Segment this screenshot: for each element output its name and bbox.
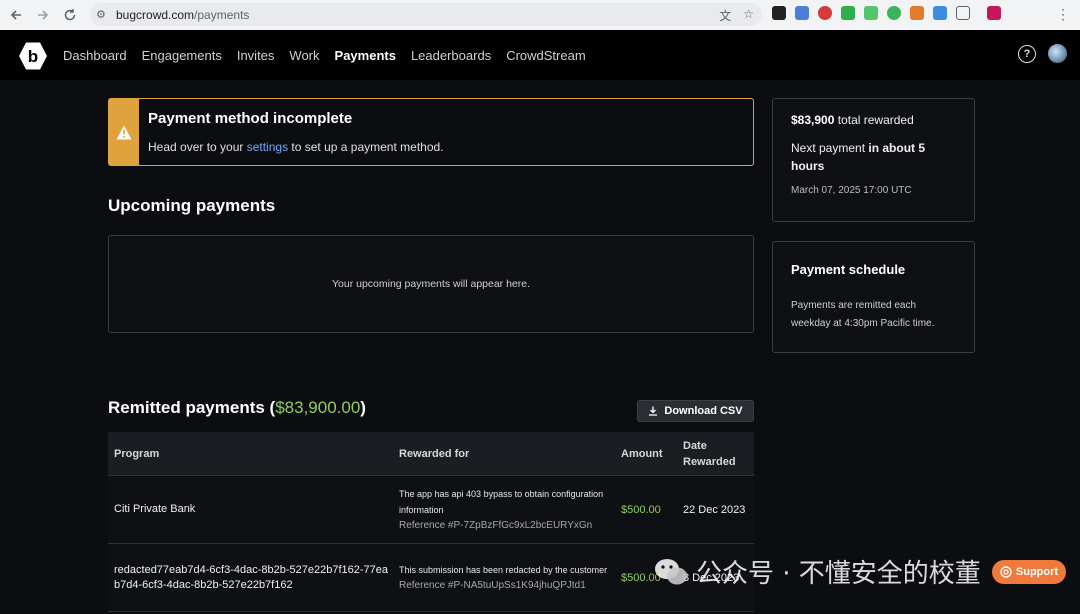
amount-cell: $500.00 [621, 571, 661, 584]
remitted-total: $83,900.00 [275, 398, 361, 417]
app-header: b Dashboard Engagements Invites Work Pay… [0, 30, 1080, 80]
extension-icon[interactable] [933, 6, 947, 20]
date-cell: 22 Dec 2023 [683, 503, 746, 516]
rewards-summary-card: $83,900 total rewarded Next payment in a… [772, 98, 975, 222]
payment-reference: Reference #P-7ZpBzFfGc9xL2bcEURYxGn [399, 520, 593, 531]
support-label: Support [1015, 566, 1059, 578]
alert-message: Head over to your settings to set up a p… [148, 140, 444, 154]
submission-title[interactable]: The app has api 403 bypass to obtain con… [399, 486, 615, 518]
next-payment: Next payment in about 5 hours [791, 141, 926, 173]
column-header-date: Date Rewarded [683, 439, 736, 468]
avatar[interactable] [1048, 44, 1067, 63]
extension-icon[interactable] [795, 6, 809, 20]
table-row[interactable]: Citi Private Bank The app has api 403 by… [108, 476, 754, 544]
download-csv-button[interactable]: Download CSV [637, 400, 754, 422]
extension-icon[interactable] [887, 6, 901, 20]
help-icon[interactable]: ? [1018, 45, 1036, 63]
payment-schedule-text: Payments are remitted each weekday at 4:… [791, 300, 935, 329]
warning-icon [116, 125, 132, 139]
column-header-program: Program [114, 447, 160, 460]
total-rewarded: $83,900 total rewarded [791, 113, 914, 127]
upcoming-payments-heading: Upcoming payments [108, 196, 276, 215]
bookmark-star-icon[interactable]: ☆ [743, 7, 754, 24]
extension-icon[interactable] [818, 6, 832, 20]
url-text: bugcrowd.com/payments [116, 7, 250, 22]
payment-schedule-title: Payment schedule [791, 262, 906, 277]
remitted-payments-heading: Remitted payments ($83,900.00) [108, 398, 366, 417]
bugcrowd-logo[interactable]: b [18, 41, 48, 71]
program-cell: redacted77eab7d4-6cf3-4dac-8b2b-527e22b7… [114, 563, 389, 591]
nav-leaderboards[interactable]: Leaderboards [411, 48, 491, 63]
column-header-rewarded-for: Rewarded for [399, 447, 470, 460]
extension-icon[interactable] [864, 6, 878, 20]
submission-title[interactable]: This submission has been redacted by the… [399, 562, 615, 578]
main-nav: Dashboard Engagements Invites Work Payme… [63, 30, 586, 80]
support-button[interactable]: Support [992, 560, 1066, 584]
kebab-menu-icon[interactable]: ⋮ [1056, 6, 1070, 23]
translate-icon[interactable]: 文 [719, 7, 731, 24]
nav-work[interactable]: Work [289, 48, 319, 63]
table-row[interactable]: redacted77eab7d4-6cf3-4dac-8b2b-527e22b7… [108, 544, 754, 612]
upcoming-payments-empty-state: Your upcoming payments will appear here. [108, 235, 754, 333]
next-payment-date: March 07, 2025 17:00 UTC [791, 185, 912, 196]
address-bar[interactable]: ⚙ bugcrowd.com/payments 文 ☆ [90, 3, 762, 26]
nav-dashboard[interactable]: Dashboard [63, 48, 127, 63]
profile-icon[interactable] [987, 6, 1001, 20]
site-info-icon[interactable]: ⚙ [96, 8, 116, 21]
nav-crowdstream[interactable]: CrowdStream [506, 48, 585, 63]
back-button[interactable] [3, 2, 29, 28]
program-cell: Citi Private Bank [114, 503, 196, 515]
alert-sidebar [109, 99, 139, 165]
extensions-bar [772, 6, 1001, 20]
rewarded-for-cell: This submission has been redacted by the… [393, 562, 615, 593]
reload-button[interactable] [57, 2, 83, 28]
arrow-right-icon [38, 10, 49, 20]
date-cell: 8 Dec 2023 [683, 571, 740, 584]
forward-button[interactable] [30, 2, 56, 28]
download-icon [649, 406, 658, 416]
payment-method-alert: Payment method incomplete Head over to y… [108, 98, 754, 166]
payment-reference: Reference #P-NA5tuUpSs1K94jhuQPJtd1 [399, 580, 586, 591]
nav-invites[interactable]: Invites [237, 48, 275, 63]
payment-schedule-card: Payment schedule Payments are remitted e… [772, 241, 975, 353]
nav-engagements[interactable]: Engagements [142, 48, 222, 63]
empty-state-text: Your upcoming payments will appear here. [331, 278, 531, 290]
extension-icon[interactable] [772, 6, 786, 20]
amount-cell: $500.00 [621, 503, 661, 516]
extension-icon[interactable] [910, 6, 924, 20]
extension-icon[interactable] [841, 6, 855, 20]
download-csv-label: Download CSV [664, 405, 743, 417]
help-circle-icon [1000, 566, 1012, 578]
svg-text:b: b [28, 47, 38, 66]
reload-icon [64, 9, 76, 21]
column-header-amount: Amount [621, 447, 663, 460]
remitted-payments-table: Program Rewarded for Amount Date Rewarde… [108, 432, 754, 612]
browser-toolbar: ⚙ bugcrowd.com/payments 文 ☆ ⋮ [0, 0, 1080, 30]
settings-link[interactable]: settings [247, 140, 288, 154]
alert-title: Payment method incomplete [148, 110, 353, 127]
rewarded-for-cell: The app has api 403 bypass to obtain con… [393, 486, 615, 533]
table-header: Program Rewarded for Amount Date Rewarde… [108, 432, 754, 476]
arrow-left-icon [10, 10, 21, 20]
nav-payments[interactable]: Payments [335, 48, 396, 63]
puzzle-icon[interactable] [956, 6, 970, 20]
